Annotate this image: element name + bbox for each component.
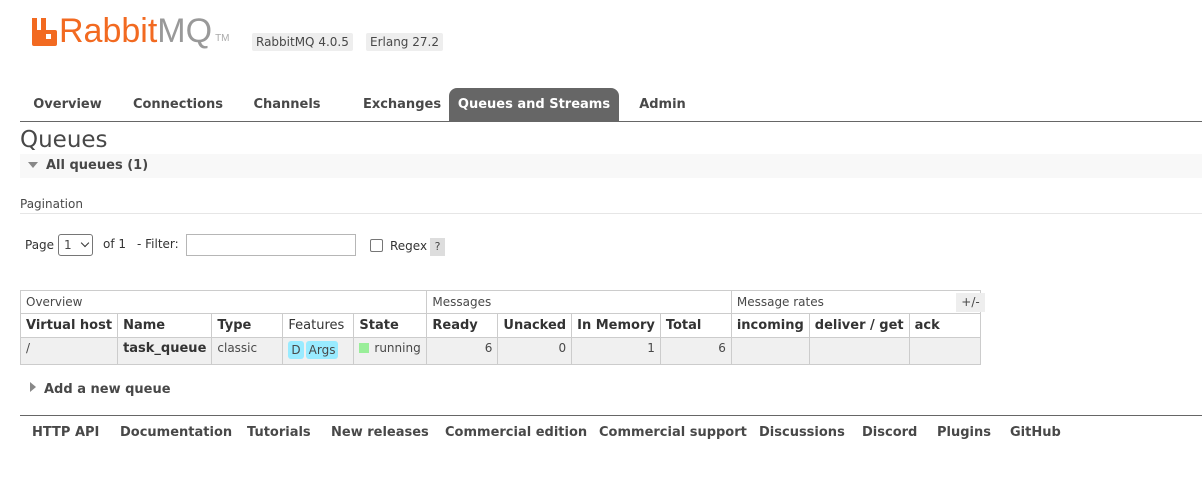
footer-link-plugins[interactable]: Plugins bbox=[937, 425, 991, 440]
footer-link-discussions[interactable]: Discussions bbox=[759, 425, 845, 440]
group-overview: Overview bbox=[19, 290, 428, 314]
cell-vhost: / bbox=[19, 337, 119, 365]
collapse-triangle-icon bbox=[28, 162, 38, 168]
cell-features: D Args bbox=[282, 337, 355, 365]
col-type[interactable]: Type bbox=[211, 313, 284, 338]
queue-name-link[interactable]: task_queue bbox=[117, 337, 213, 365]
logo-wordmark: RabbitMQ bbox=[59, 12, 213, 50]
cell-ready: 6 bbox=[426, 337, 499, 365]
page-count-label: of 1 bbox=[103, 237, 127, 251]
regex-label: Regex bbox=[390, 239, 428, 253]
columns-toggle-button[interactable]: +/- bbox=[956, 293, 985, 312]
cell-unacked: 0 bbox=[497, 337, 573, 365]
page-select-value: 1 bbox=[64, 238, 72, 252]
col-name[interactable]: Name bbox=[117, 313, 213, 338]
rabbit-logo-icon bbox=[32, 18, 57, 46]
feature-args-badge: Args bbox=[305, 341, 339, 359]
col-unacked[interactable]: Unacked bbox=[497, 313, 573, 338]
tab-exchanges[interactable]: Exchanges bbox=[342, 88, 462, 121]
tab-queues-and-streams[interactable]: Queues and Streams bbox=[449, 88, 619, 121]
table-group-header-row: Overview Messages Message rates bbox=[19, 290, 981, 314]
erlang-version-badge: Erlang 27.2 bbox=[366, 33, 443, 51]
regex-checkbox[interactable] bbox=[370, 239, 383, 252]
table-row[interactable]: / task_queue classic D Args running 6 0 1… bbox=[19, 337, 981, 365]
footer-link-commercial-support[interactable]: Commercial support bbox=[599, 425, 747, 440]
footer-link-commercial-edition[interactable]: Commercial edition bbox=[445, 425, 587, 440]
feature-durable-badge: D bbox=[288, 341, 304, 359]
col-state[interactable]: State bbox=[353, 313, 428, 338]
col-in-memory[interactable]: In Memory bbox=[571, 313, 661, 338]
footer-link-tutorials[interactable]: Tutorials bbox=[247, 425, 311, 440]
pagination-divider bbox=[20, 213, 1202, 214]
cell-deliver-get bbox=[808, 337, 910, 365]
rabbitmq-version-badge: RabbitMQ 4.0.5 bbox=[252, 33, 353, 51]
filter-input[interactable] bbox=[186, 234, 356, 256]
tab-channels[interactable]: Channels bbox=[242, 88, 332, 121]
cell-ack bbox=[908, 337, 981, 365]
col-ready[interactable]: Ready bbox=[426, 313, 499, 338]
table-header-row: Virtual host Name Type Features State Re… bbox=[19, 313, 981, 338]
col-ack[interactable]: ack bbox=[908, 313, 981, 338]
footer-link-github[interactable]: GitHub bbox=[1010, 425, 1061, 440]
col-deliver-get[interactable]: deliver / get bbox=[808, 313, 910, 338]
pagination-label: Pagination bbox=[20, 197, 83, 211]
tab-admin[interactable]: Admin bbox=[625, 88, 700, 121]
cell-incoming bbox=[730, 337, 810, 365]
cell-total: 6 bbox=[659, 337, 732, 365]
chevron-down-icon bbox=[80, 238, 90, 248]
col-virtual-host[interactable]: Virtual host bbox=[19, 313, 119, 338]
add-queue-section-toggle[interactable]: Add a new queue bbox=[20, 378, 1202, 402]
main-nav-tabs: Overview Connections Channels Exchanges … bbox=[20, 88, 1202, 122]
page-title: Queues bbox=[20, 127, 108, 153]
expand-triangle-icon bbox=[30, 382, 36, 392]
footer-link-documentation[interactable]: Documentation bbox=[120, 425, 232, 440]
add-queue-label: Add a new queue bbox=[44, 382, 171, 397]
footer: HTTP API Documentation Tutorials New rel… bbox=[20, 415, 1202, 450]
group-messages: Messages bbox=[426, 290, 732, 314]
tab-overview[interactable]: Overview bbox=[20, 88, 115, 121]
col-incoming[interactable]: incoming bbox=[730, 313, 810, 338]
cell-in-memory: 1 bbox=[571, 337, 661, 365]
page-select[interactable]: 1 bbox=[58, 234, 93, 256]
queues-table: Overview Messages Message rates Virtual … bbox=[19, 290, 981, 365]
group-message-rates: Message rates bbox=[730, 290, 981, 314]
all-queues-section-toggle[interactable]: All queues (1) bbox=[20, 154, 1202, 178]
cell-type: classic bbox=[211, 337, 284, 365]
rabbitmq-logo: RabbitMQ TM bbox=[31, 12, 230, 50]
regex-help-button[interactable]: ? bbox=[430, 238, 445, 256]
col-total[interactable]: Total bbox=[659, 313, 732, 338]
footer-link-discord[interactable]: Discord bbox=[862, 425, 917, 440]
all-queues-label: All queues (1) bbox=[46, 158, 149, 173]
state-running-icon bbox=[359, 343, 370, 353]
filter-label: - Filter: bbox=[137, 237, 179, 251]
footer-link-new-releases[interactable]: New releases bbox=[331, 425, 429, 440]
page-label: Page bbox=[25, 238, 55, 252]
footer-link-http-api[interactable]: HTTP API bbox=[32, 425, 99, 440]
logo-trademark: TM bbox=[215, 33, 230, 44]
col-features: Features bbox=[282, 313, 355, 338]
cell-state: running bbox=[353, 337, 428, 365]
tab-connections[interactable]: Connections bbox=[124, 88, 232, 121]
state-label: running bbox=[374, 341, 421, 355]
